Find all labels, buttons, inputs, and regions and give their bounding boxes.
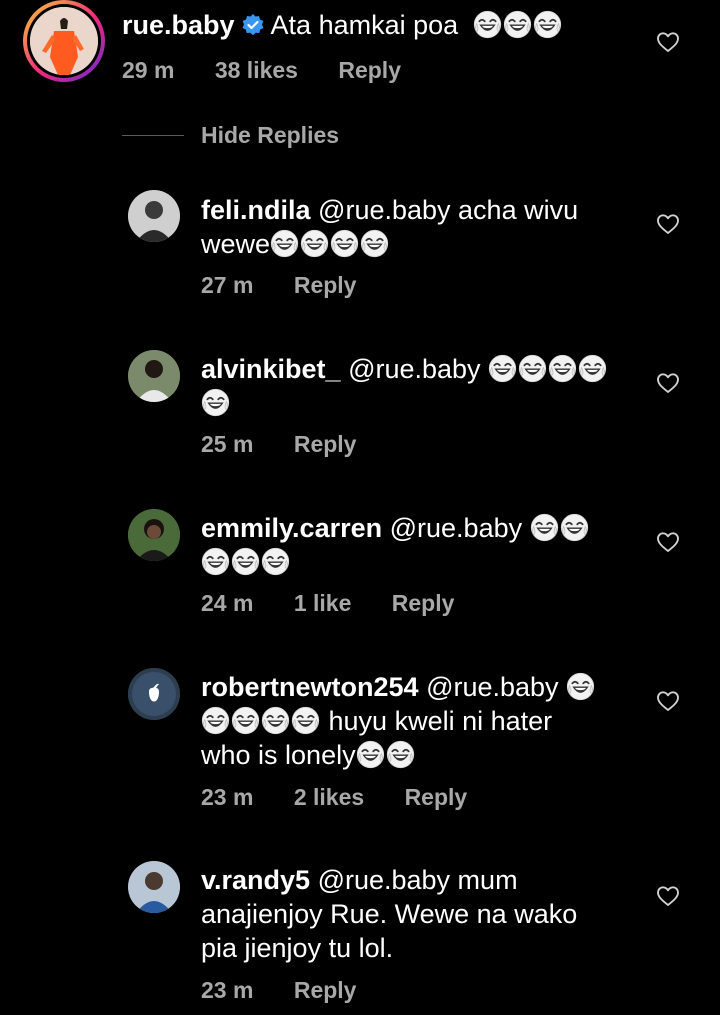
avatar[interactable] [128,509,180,561]
tears-of-joy-emoji [261,547,290,576]
timestamp: 23 m [201,784,254,810]
tears-of-joy-emoji [566,672,595,701]
comment-meta: 29 m 38 likes Reply [122,57,435,84]
username[interactable]: rue.baby [122,10,235,40]
tears-of-joy-emoji [270,229,299,258]
avatar[interactable] [23,0,105,82]
comment-text: @rue.baby [348,354,481,384]
reply-button[interactable]: Reply [338,57,401,83]
reply-button[interactable]: Reply [294,977,357,1003]
comment-body: v.randy5 @rue.baby mum anajienjoy Rue. W… [201,863,577,965]
reply-comment: feli.ndila @rue.baby acha wivu wewe 27 m… [0,188,720,308]
emoji-row [473,10,563,40]
tears-of-joy-emoji [560,513,589,542]
comment-text: @rue.baby [426,672,559,702]
emoji-row [201,388,231,418]
username[interactable]: alvinkibet_ [201,354,341,384]
tears-of-joy-emoji [300,229,329,258]
tears-of-joy-emoji [360,229,389,258]
tears-of-joy-emoji [201,547,230,576]
hide-replies-button[interactable]: Hide Replies [201,122,339,149]
heart-outline-icon[interactable] [656,212,680,236]
tears-of-joy-emoji [291,706,320,735]
comment-meta: 27 m Reply [201,272,390,299]
comment-text: @rue.baby mum [317,865,518,895]
username[interactable]: feli.ndila [201,195,311,225]
emoji-row [356,740,416,770]
comment-body: emmily.carren @rue.baby [201,511,590,579]
comment-meta: 23 m 2 likes Reply [201,784,501,811]
tears-of-joy-emoji [548,354,577,383]
tears-of-joy-emoji [356,740,385,769]
comment-text: anajienjoy Rue. Wewe na wako [201,899,578,929]
comment-meta: 24 m 1 like Reply [201,590,488,617]
comment-body: feli.ndila @rue.baby acha wivu wewe [201,193,578,261]
tears-of-joy-emoji [201,388,230,417]
emoji-row [566,672,596,702]
emoji-row [270,229,390,259]
tears-of-joy-emoji [473,10,502,39]
likes-count[interactable]: 1 like [294,590,352,616]
avatar[interactable] [128,861,180,913]
comment-text: Ata hamkai poa [270,10,459,40]
comment-text: huyu kweli ni hater [328,706,553,736]
heart-outline-icon[interactable] [656,884,680,908]
comment-text: @rue.baby [389,513,523,543]
tears-of-joy-emoji [533,10,562,39]
timestamp: 25 m [201,431,254,457]
reply-comment: alvinkibet_ @rue.baby 25 m Reply [0,347,720,467]
comment-meta: 25 m Reply [201,431,390,458]
comment-body: rue.baby Ata hamkai poa [122,8,563,45]
timestamp: 27 m [201,272,254,298]
tears-of-joy-emoji [201,706,230,735]
comment-text: @rue.baby acha wivu [318,195,579,225]
timestamp: 24 m [201,590,254,616]
heart-outline-icon[interactable] [656,530,680,554]
comment-meta: 23 m Reply [201,977,390,1004]
emoji-row [201,706,321,736]
reply-comment: emmily.carren @rue.baby 24 m 1 like Repl… [0,506,720,626]
likes-count[interactable]: 38 likes [215,57,298,83]
likes-count[interactable]: 2 likes [294,784,364,810]
verified-badge-icon [241,11,265,45]
heart-outline-icon[interactable] [656,689,680,713]
comment-body: robertnewton254 @rue.baby huyu kweli ni … [201,670,596,772]
tears-of-joy-emoji [488,354,517,383]
divider-line [122,135,184,136]
reply-button[interactable]: Reply [392,590,455,616]
reply-button[interactable]: Reply [294,431,357,457]
emoji-row [201,547,291,577]
username[interactable]: robertnewton254 [201,672,419,702]
username[interactable]: emmily.carren [201,513,382,543]
comment-text: who is lonely [201,740,356,770]
emoji-row [488,354,608,384]
tears-of-joy-emoji [261,706,290,735]
tears-of-joy-emoji [330,229,359,258]
tears-of-joy-emoji [530,513,559,542]
tears-of-joy-emoji [518,354,547,383]
reply-button[interactable]: Reply [294,272,357,298]
reply-comment: v.randy5 @rue.baby mum anajienjoy Rue. W… [0,858,720,1015]
avatar[interactable] [128,668,180,720]
tears-of-joy-emoji [386,740,415,769]
main-comment: rue.baby Ata hamkai poa 29 m 38 likes Rep… [0,0,720,110]
heart-outline-icon[interactable] [656,30,680,54]
timestamp: 29 m [122,57,175,83]
username[interactable]: v.randy5 [201,865,310,895]
emoji-row [530,513,590,543]
timestamp: 23 m [201,977,254,1003]
tears-of-joy-emoji [231,547,260,576]
reply-button[interactable]: Reply [405,784,468,810]
heart-outline-icon[interactable] [656,371,680,395]
comment-text: wewe [201,229,271,259]
tears-of-joy-emoji [578,354,607,383]
tears-of-joy-emoji [503,10,532,39]
comment-text: pia jienjoy tu lol. [201,933,394,963]
tears-of-joy-emoji [231,706,260,735]
comment-body: alvinkibet_ @rue.baby [201,352,608,420]
avatar[interactable] [128,190,180,242]
reply-comment: robertnewton254 @rue.baby huyu kweli ni … [0,665,720,825]
avatar[interactable] [128,350,180,402]
